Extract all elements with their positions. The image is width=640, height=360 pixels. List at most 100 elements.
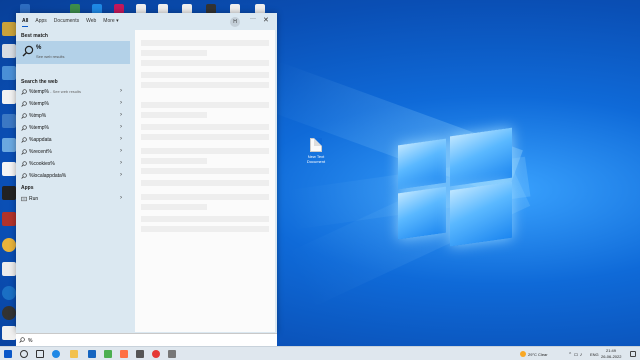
web-result-label: %cookies% [29, 161, 55, 167]
desktop-icon[interactable] [2, 212, 16, 226]
chevron-right-icon[interactable]: › [120, 148, 122, 154]
web-result-suffix: - See web results [49, 89, 82, 94]
desktop-icon[interactable] [2, 326, 16, 340]
taskbar-app-icon[interactable] [136, 350, 144, 358]
run-app-icon [21, 196, 27, 202]
loading-placeholder [141, 60, 269, 66]
loading-placeholder [141, 216, 269, 222]
search-icon[interactable] [20, 350, 28, 358]
chrome-icon[interactable] [2, 238, 16, 252]
web-result-item[interactable]: %temp% › [16, 98, 130, 110]
search-icon [21, 89, 27, 95]
desktop-icon[interactable] [2, 162, 16, 176]
web-result-label: %localappdata% [29, 173, 67, 179]
tab-apps[interactable]: Apps [35, 13, 46, 29]
weather-text[interactable]: 29°C Clear [528, 352, 548, 357]
search-icon [21, 113, 27, 119]
web-section-heading: Search the web [21, 79, 58, 85]
search-icon [22, 45, 34, 57]
best-match-title: % [36, 45, 42, 51]
weather-icon[interactable] [520, 351, 526, 357]
loading-placeholder [141, 148, 269, 154]
loading-placeholder [141, 180, 269, 186]
web-result-item[interactable]: %temp% › [16, 122, 130, 134]
web-result-label: %tmp% [29, 113, 47, 119]
desktop-icon[interactable] [2, 138, 16, 152]
text-file-icon[interactable] [310, 138, 322, 152]
chevron-right-icon[interactable]: › [120, 124, 122, 130]
desktop-icon[interactable] [2, 262, 16, 276]
taskbar-app-icon[interactable] [168, 350, 176, 358]
desktop-icon[interactable] [2, 114, 16, 128]
start-button-icon[interactable] [4, 350, 12, 358]
tab-all[interactable]: All [22, 13, 29, 29]
clock-date[interactable]: 26-06-2022 [601, 354, 621, 359]
loading-placeholder [141, 134, 269, 140]
more-options-button[interactable]: ··· [250, 16, 256, 22]
desktop-icon[interactable] [2, 90, 16, 104]
task-view-icon[interactable] [36, 350, 44, 358]
web-result-label: %appdata [29, 137, 52, 143]
tray-icons[interactable]: ⌃ ▭ ♪ [568, 352, 582, 358]
web-result-item[interactable]: %tmp% › [16, 110, 130, 122]
web-result-item[interactable]: %localappdata% › [16, 170, 130, 182]
results-list: Best match % See web results Search the … [16, 29, 134, 333]
clock-time[interactable]: 21:49 [606, 348, 616, 353]
web-result-item[interactable]: %temp% - See web results › [16, 86, 130, 98]
desktop-icon[interactable] [2, 66, 16, 80]
avatar[interactable]: H [230, 17, 240, 27]
best-match-item[interactable]: % See web results [16, 41, 130, 64]
search-icon [21, 173, 27, 179]
chrome-icon[interactable] [152, 350, 160, 358]
chevron-right-icon[interactable]: › [120, 112, 122, 118]
tab-web[interactable]: Web [86, 13, 96, 29]
web-result-item[interactable]: %appdata › [16, 134, 130, 146]
file-label: New Text Document [306, 154, 326, 164]
search-icon [21, 101, 27, 107]
tab-more[interactable]: More ▾ [103, 13, 118, 29]
search-icon [21, 125, 27, 131]
search-box[interactable] [16, 333, 277, 346]
notification-icon[interactable] [630, 351, 636, 357]
loading-placeholder [141, 40, 269, 46]
taskbar-app-icon[interactable] [88, 350, 96, 358]
desktop-icon[interactable] [2, 306, 16, 320]
chevron-right-icon[interactable]: › [120, 100, 122, 106]
chevron-right-icon[interactable]: › [120, 136, 122, 142]
app-result-item[interactable]: Run › [16, 193, 130, 205]
loading-placeholder [141, 204, 207, 210]
loading-placeholder [141, 194, 269, 200]
windows-logo [398, 127, 516, 247]
taskbar: 29°C Clear ⌃ ▭ ♪ ENG 21:49 26-06-2022 [0, 346, 640, 360]
web-result-item[interactable]: %recent% › [16, 146, 130, 158]
desktop-icon[interactable] [2, 286, 16, 300]
loading-placeholder [141, 124, 269, 130]
tab-documents[interactable]: Documents [54, 13, 79, 29]
search-panel: All Apps Documents Web More ▾ H ··· ✕ Be… [16, 13, 277, 333]
web-result-label: %temp% [29, 101, 50, 107]
loading-placeholder [141, 168, 269, 174]
loading-placeholder [141, 226, 269, 232]
desktop-icon[interactable] [2, 22, 16, 36]
chevron-right-icon[interactable]: › [120, 172, 122, 178]
desktop-icon[interactable] [2, 44, 16, 58]
language-indicator[interactable]: ENG [590, 352, 599, 357]
search-icon [21, 137, 27, 143]
loading-placeholder [141, 102, 269, 108]
apps-section-heading: Apps [21, 185, 34, 191]
web-result-item[interactable]: %cookies% › [16, 158, 130, 170]
taskbar-app-icon[interactable] [104, 350, 112, 358]
chevron-right-icon[interactable]: › [120, 195, 122, 201]
search-icon [21, 149, 27, 155]
taskbar-app-icon[interactable] [120, 350, 128, 358]
file-explorer-icon[interactable] [70, 350, 78, 358]
best-match-heading: Best match [21, 33, 48, 39]
chevron-right-icon[interactable]: › [120, 160, 122, 166]
loading-placeholder [141, 112, 207, 118]
close-button[interactable]: ✕ [263, 16, 269, 24]
app-result-label: Run [29, 196, 39, 202]
search-input[interactable] [28, 336, 268, 345]
desktop-icon[interactable] [2, 186, 16, 200]
chevron-right-icon[interactable]: › [120, 88, 122, 94]
edge-icon[interactable] [52, 350, 60, 358]
